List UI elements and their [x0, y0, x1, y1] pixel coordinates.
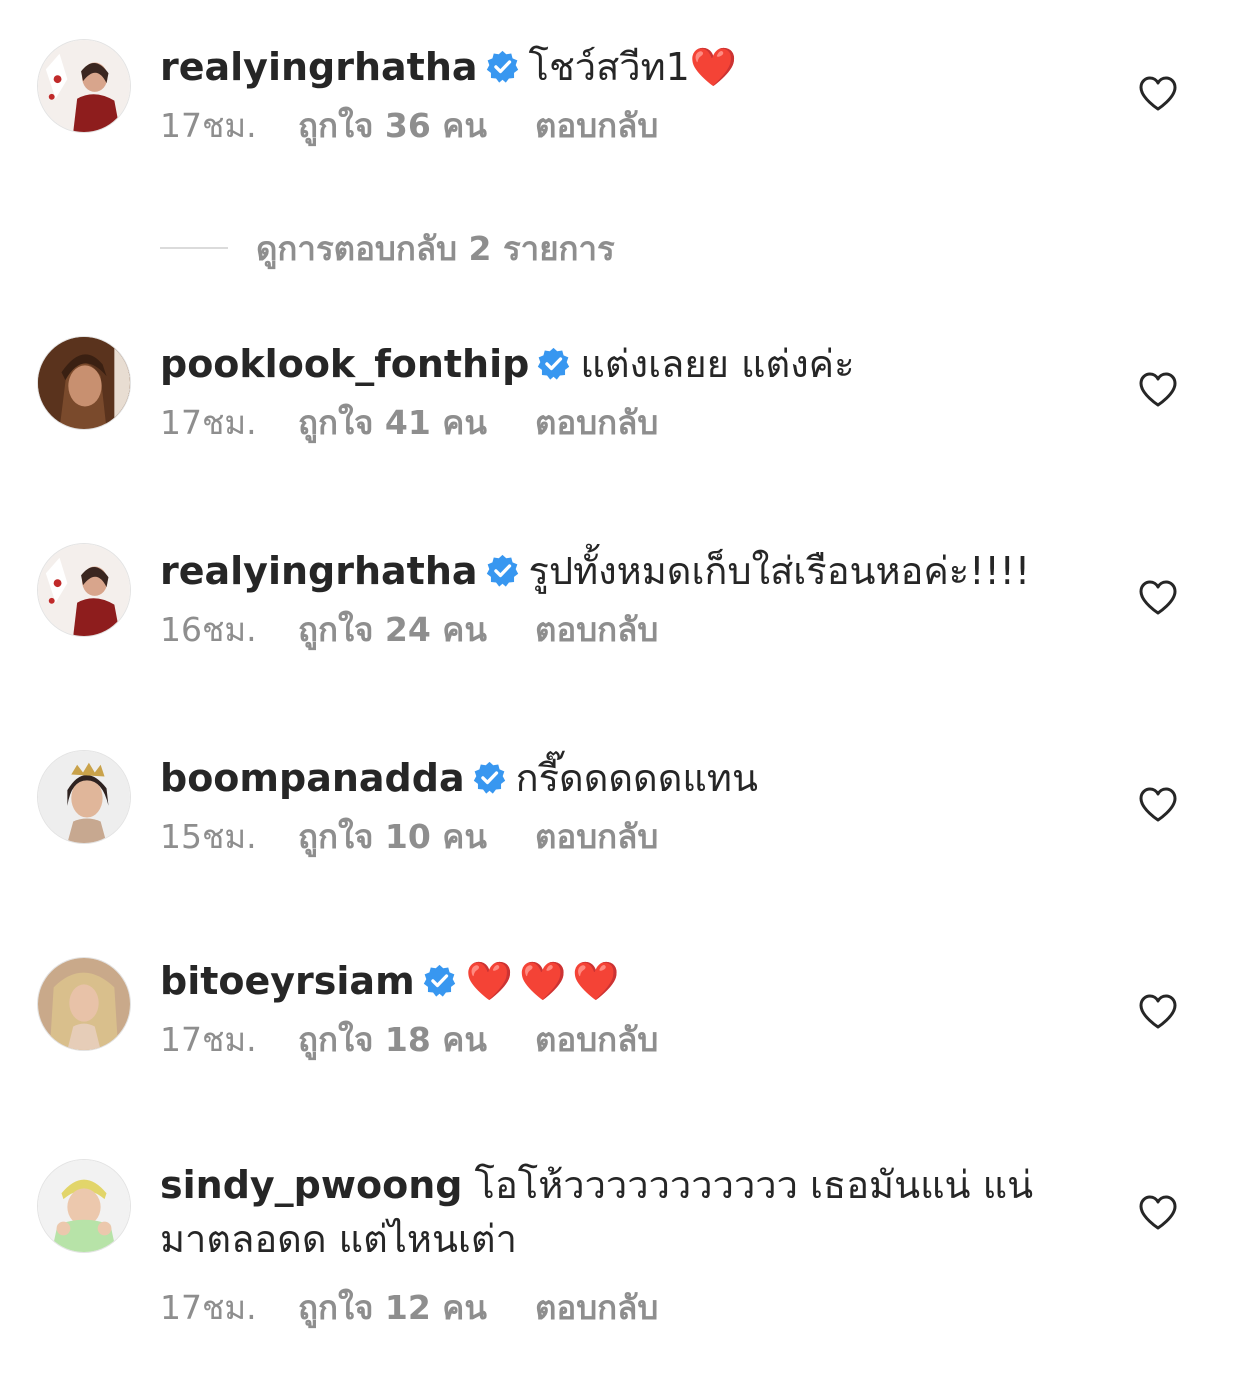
comment-time: 17ชม.: [160, 1020, 257, 1059]
comment-time: 16ชม.: [160, 610, 257, 649]
comment-time: 17ชม.: [160, 403, 257, 442]
verified-badge-icon: [486, 50, 519, 83]
username-link[interactable]: bitoeyrsiam: [160, 959, 415, 1003]
comment-text: ❤️❤️❤️: [465, 959, 626, 1003]
avatar[interactable]: [37, 1159, 131, 1253]
like-heart-icon[interactable]: [1138, 372, 1178, 408]
comment-meta: 17ชม. ถูกใจ 12 คน ตอบกลับ: [160, 1286, 1040, 1330]
likes-count-link[interactable]: ถูกใจ 36 คน: [298, 104, 487, 148]
divider: [160, 247, 228, 249]
like-heart-icon[interactable]: [1138, 76, 1178, 112]
reply-button[interactable]: ตอบกลับ: [535, 401, 658, 445]
comment-body: bitoeyrsiam ❤️❤️❤️ 17ชม. ถูกใจ 18 คน ตอบกลั…: [160, 954, 1040, 1062]
reply-button[interactable]: ตอบกลับ: [535, 608, 658, 652]
comment-body: realyingrhatha โชว์สวีท1❤️ 17ชม. ถูกใจ 36 …: [160, 40, 1040, 148]
like-heart-icon[interactable]: [1138, 580, 1178, 616]
comment-body: pooklook_fonthip แต่งเลยย แต่งค่ะ 17ชม. ถู…: [160, 337, 1040, 445]
comment-text: โชว์สวีท1❤️: [528, 45, 738, 89]
username-link[interactable]: pooklook_fonthip: [160, 342, 529, 386]
comment-body: boompanadda กรี๊ดดดดดแทน 15ชม. ถูกใจ 10 คน…: [160, 751, 1040, 859]
avatar[interactable]: [37, 336, 131, 430]
username-link[interactable]: boompanadda: [160, 756, 465, 800]
like-heart-icon[interactable]: [1138, 1195, 1178, 1231]
comment-meta: 16ชม. ถูกใจ 24 คน ตอบกลับ: [160, 608, 1040, 652]
comment-meta: 17ชม. ถูกใจ 41 คน ตอบกลับ: [160, 401, 1040, 445]
view-replies-label: ดูการตอบกลับ 2 รายการ: [256, 228, 615, 268]
reply-button[interactable]: ตอบกลับ: [535, 1286, 658, 1330]
comment-time: 17ชม.: [160, 1288, 257, 1327]
reply-button[interactable]: ตอบกลับ: [535, 1018, 658, 1062]
comment-line: boompanadda กรี๊ดดดดดแทน: [160, 751, 1040, 805]
username-link[interactable]: realyingrhatha: [160, 549, 478, 593]
comment-line: sindy_pwoong โอโห้ววววววววววว เธอมันแน่ …: [160, 1158, 1040, 1212]
comment-text: รูปทั้งหมดเก็บใส่เรือนหอค่ะ!!!!: [528, 549, 1031, 593]
avatar[interactable]: [37, 750, 131, 844]
likes-count-link[interactable]: ถูกใจ 18 คน: [298, 1018, 487, 1062]
username-link[interactable]: sindy_pwoong: [160, 1163, 462, 1207]
likes-count-link[interactable]: ถูกใจ 10 คน: [298, 815, 487, 859]
comment-meta: 15ชม. ถูกใจ 10 คน ตอบกลับ: [160, 815, 1040, 859]
comment-text: กรี๊ดดดดดแทน: [515, 756, 758, 800]
comment-body: realyingrhatha รูปทั้งหมดเก็บใส่เรือนหอค่…: [160, 544, 1040, 652]
comment-meta: 17ชม. ถูกใจ 18 คน ตอบกลับ: [160, 1018, 1040, 1062]
reply-button[interactable]: ตอบกลับ: [535, 104, 658, 148]
comment-line: bitoeyrsiam ❤️❤️❤️: [160, 954, 1040, 1008]
comment-text-continued: มาตลอดด แต่ไหนเต่า: [160, 1217, 517, 1261]
like-heart-icon[interactable]: [1138, 994, 1178, 1030]
comment-line: realyingrhatha โชว์สวีท1❤️: [160, 40, 1040, 94]
comment-time: 17ชม.: [160, 106, 257, 145]
verified-badge-icon: [537, 347, 570, 380]
verified-badge-icon: [473, 761, 506, 794]
comment-list: realyingrhatha โชว์สวีท1❤️ 17ชม. ถูกใจ 36 …: [0, 0, 1242, 1384]
comment-meta: 17ชม. ถูกใจ 36 คน ตอบกลับ: [160, 104, 1040, 148]
username-link[interactable]: realyingrhatha: [160, 45, 478, 89]
comment-text: แต่งเลยย แต่งค่ะ: [580, 342, 855, 386]
comment-body: sindy_pwoong โอโห้ววววววววววว เธอมันแน่ …: [160, 1158, 1040, 1330]
comment-text: โอโห้ววววววววววว เธอมันแน่ แน่: [474, 1163, 1034, 1207]
verified-badge-icon: [486, 554, 519, 587]
comment-line: pooklook_fonthip แต่งเลยย แต่งค่ะ: [160, 337, 1040, 391]
like-heart-icon[interactable]: [1138, 787, 1178, 823]
view-replies-button[interactable]: ดูการตอบกลับ 2 รายการ: [160, 226, 615, 270]
comment-line: realyingrhatha รูปทั้งหมดเก็บใส่เรือนหอค่…: [160, 544, 1040, 598]
verified-badge-icon: [423, 964, 456, 997]
avatar[interactable]: [37, 957, 131, 1051]
reply-button[interactable]: ตอบกลับ: [535, 815, 658, 859]
likes-count-link[interactable]: ถูกใจ 24 คน: [298, 608, 487, 652]
likes-count-link[interactable]: ถูกใจ 41 คน: [298, 401, 487, 445]
avatar[interactable]: [37, 39, 131, 133]
avatar[interactable]: [37, 543, 131, 637]
comment-time: 15ชม.: [160, 817, 257, 856]
likes-count-link[interactable]: ถูกใจ 12 คน: [298, 1286, 487, 1330]
